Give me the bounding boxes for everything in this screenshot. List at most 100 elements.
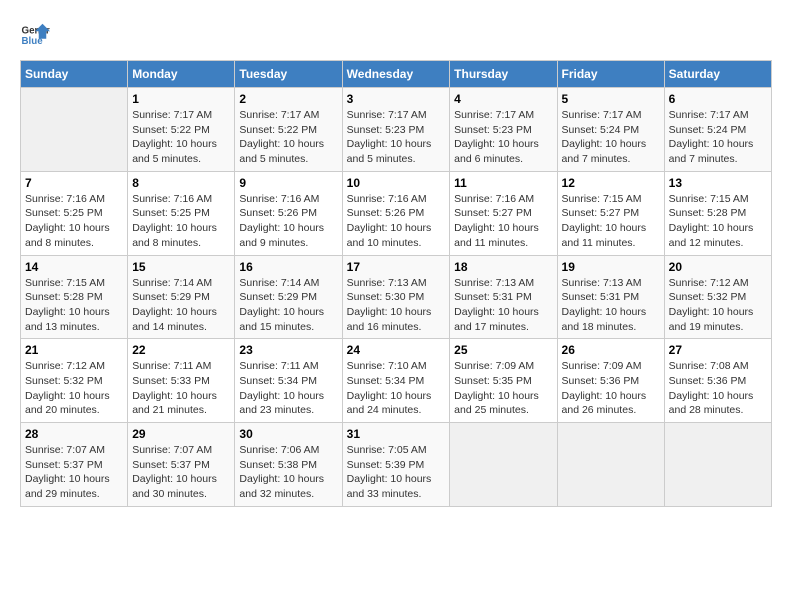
day-number: 1: [132, 92, 230, 106]
day-cell: 6 Sunrise: 7:17 AMSunset: 5:24 PMDaylight…: [664, 88, 771, 172]
day-cell: [664, 423, 771, 507]
logo-icon: General Blue: [20, 20, 50, 50]
day-info: Sunrise: 7:07 AMSunset: 5:37 PMDaylight:…: [25, 443, 123, 502]
day-cell: 8 Sunrise: 7:16 AMSunset: 5:25 PMDaylight…: [128, 171, 235, 255]
day-number: 7: [25, 176, 123, 190]
day-info: Sunrise: 7:07 AMSunset: 5:37 PMDaylight:…: [132, 443, 230, 502]
week-row-5: 28 Sunrise: 7:07 AMSunset: 5:37 PMDayligh…: [21, 423, 772, 507]
day-cell: 17Sunrise: 7:13 AMSunset: 5:30 PMDayligh…: [342, 255, 450, 339]
day-number: 11: [454, 176, 552, 190]
day-info: Sunrise: 7:14 AMSunset: 5:29 PMDaylight:…: [132, 276, 230, 335]
day-number: 31: [347, 427, 446, 441]
calendar-header: SundayMondayTuesdayWednesdayThursdayFrid…: [21, 61, 772, 88]
day-cell: 5 Sunrise: 7:17 AMSunset: 5:24 PMDaylight…: [557, 88, 664, 172]
day-info: Sunrise: 7:17 AMSunset: 5:22 PMDaylight:…: [239, 108, 337, 167]
day-number: 25: [454, 343, 552, 357]
day-cell: 26 Sunrise: 7:09 AMSunset: 5:36 PMDayligh…: [557, 339, 664, 423]
day-cell: 30Sunrise: 7:06 AMSunset: 5:38 PMDayligh…: [235, 423, 342, 507]
day-number: 3: [347, 92, 446, 106]
week-row-3: 14 Sunrise: 7:15 AMSunset: 5:28 PMDayligh…: [21, 255, 772, 339]
day-info: Sunrise: 7:17 AMSunset: 5:23 PMDaylight:…: [454, 108, 552, 167]
day-cell: 21 Sunrise: 7:12 AMSunset: 5:32 PMDayligh…: [21, 339, 128, 423]
day-cell: 25 Sunrise: 7:09 AMSunset: 5:35 PMDayligh…: [450, 339, 557, 423]
day-number: 14: [25, 260, 123, 274]
day-number: 30: [239, 427, 337, 441]
header-cell-wednesday: Wednesday: [342, 61, 450, 88]
day-cell: 14 Sunrise: 7:15 AMSunset: 5:28 PMDayligh…: [21, 255, 128, 339]
day-info: Sunrise: 7:17 AMSunset: 5:24 PMDaylight:…: [669, 108, 767, 167]
day-info: Sunrise: 7:17 AMSunset: 5:22 PMDaylight:…: [132, 108, 230, 167]
day-number: 18: [454, 260, 552, 274]
day-number: 26: [562, 343, 660, 357]
day-info: Sunrise: 7:13 AMSunset: 5:31 PMDaylight:…: [562, 276, 660, 335]
day-number: 19: [562, 260, 660, 274]
day-info: Sunrise: 7:16 AMSunset: 5:26 PMDaylight:…: [347, 192, 446, 251]
day-number: 5: [562, 92, 660, 106]
day-info: Sunrise: 7:11 AMSunset: 5:33 PMDaylight:…: [132, 359, 230, 418]
day-info: Sunrise: 7:14 AMSunset: 5:29 PMDaylight:…: [239, 276, 337, 335]
day-cell: 22 Sunrise: 7:11 AMSunset: 5:33 PMDayligh…: [128, 339, 235, 423]
day-number: 13: [669, 176, 767, 190]
day-number: 2: [239, 92, 337, 106]
day-number: 29: [132, 427, 230, 441]
header-cell-thursday: Thursday: [450, 61, 557, 88]
day-number: 28: [25, 427, 123, 441]
header-row: SundayMondayTuesdayWednesdayThursdayFrid…: [21, 61, 772, 88]
day-info: Sunrise: 7:10 AMSunset: 5:34 PMDaylight:…: [347, 359, 446, 418]
day-info: Sunrise: 7:15 AMSunset: 5:28 PMDaylight:…: [669, 192, 767, 251]
day-info: Sunrise: 7:16 AMSunset: 5:25 PMDaylight:…: [132, 192, 230, 251]
day-cell: 11Sunrise: 7:16 AMSunset: 5:27 PMDayligh…: [450, 171, 557, 255]
day-cell: 12 Sunrise: 7:15 AMSunset: 5:27 PMDayligh…: [557, 171, 664, 255]
day-info: Sunrise: 7:15 AMSunset: 5:28 PMDaylight:…: [25, 276, 123, 335]
day-cell: 28 Sunrise: 7:07 AMSunset: 5:37 PMDayligh…: [21, 423, 128, 507]
day-info: Sunrise: 7:09 AMSunset: 5:36 PMDaylight:…: [562, 359, 660, 418]
day-info: Sunrise: 7:17 AMSunset: 5:24 PMDaylight:…: [562, 108, 660, 167]
day-info: Sunrise: 7:13 AMSunset: 5:31 PMDaylight:…: [454, 276, 552, 335]
day-cell: 24 Sunrise: 7:10 AMSunset: 5:34 PMDayligh…: [342, 339, 450, 423]
day-number: 15: [132, 260, 230, 274]
day-number: 20: [669, 260, 767, 274]
day-number: 12: [562, 176, 660, 190]
day-number: 16: [239, 260, 337, 274]
day-cell: 10Sunrise: 7:16 AMSunset: 5:26 PMDayligh…: [342, 171, 450, 255]
day-number: 6: [669, 92, 767, 106]
calendar-table: SundayMondayTuesdayWednesdayThursdayFrid…: [20, 60, 772, 507]
header-cell-tuesday: Tuesday: [235, 61, 342, 88]
day-number: 24: [347, 343, 446, 357]
day-info: Sunrise: 7:16 AMSunset: 5:25 PMDaylight:…: [25, 192, 123, 251]
day-number: 9: [239, 176, 337, 190]
day-info: Sunrise: 7:11 AMSunset: 5:34 PMDaylight:…: [239, 359, 337, 418]
day-number: 4: [454, 92, 552, 106]
day-info: Sunrise: 7:12 AMSunset: 5:32 PMDaylight:…: [25, 359, 123, 418]
day-cell: 23 Sunrise: 7:11 AMSunset: 5:34 PMDayligh…: [235, 339, 342, 423]
day-cell: 1 Sunrise: 7:17 AMSunset: 5:22 PMDaylight…: [128, 88, 235, 172]
day-cell: 7 Sunrise: 7:16 AMSunset: 5:25 PMDaylight…: [21, 171, 128, 255]
day-cell: 31 Sunrise: 7:05 AMSunset: 5:39 PMDayligh…: [342, 423, 450, 507]
day-info: Sunrise: 7:12 AMSunset: 5:32 PMDaylight:…: [669, 276, 767, 335]
header-cell-friday: Friday: [557, 61, 664, 88]
day-cell: 13 Sunrise: 7:15 AMSunset: 5:28 PMDayligh…: [664, 171, 771, 255]
logo: General Blue: [20, 20, 50, 50]
day-number: 23: [239, 343, 337, 357]
day-cell: 2 Sunrise: 7:17 AMSunset: 5:22 PMDaylight…: [235, 88, 342, 172]
day-cell: 3Sunrise: 7:17 AMSunset: 5:23 PMDaylight…: [342, 88, 450, 172]
day-number: 8: [132, 176, 230, 190]
day-info: Sunrise: 7:05 AMSunset: 5:39 PMDaylight:…: [347, 443, 446, 502]
day-cell: [450, 423, 557, 507]
day-number: 27: [669, 343, 767, 357]
header-cell-monday: Monday: [128, 61, 235, 88]
day-cell: [557, 423, 664, 507]
day-cell: 16 Sunrise: 7:14 AMSunset: 5:29 PMDayligh…: [235, 255, 342, 339]
week-row-4: 21 Sunrise: 7:12 AMSunset: 5:32 PMDayligh…: [21, 339, 772, 423]
day-number: 22: [132, 343, 230, 357]
day-info: Sunrise: 7:09 AMSunset: 5:35 PMDaylight:…: [454, 359, 552, 418]
day-cell: [21, 88, 128, 172]
week-row-2: 7 Sunrise: 7:16 AMSunset: 5:25 PMDaylight…: [21, 171, 772, 255]
day-cell: 9 Sunrise: 7:16 AMSunset: 5:26 PMDaylight…: [235, 171, 342, 255]
day-info: Sunrise: 7:15 AMSunset: 5:27 PMDaylight:…: [562, 192, 660, 251]
day-info: Sunrise: 7:16 AMSunset: 5:26 PMDaylight:…: [239, 192, 337, 251]
day-number: 17: [347, 260, 446, 274]
day-cell: 4 Sunrise: 7:17 AMSunset: 5:23 PMDaylight…: [450, 88, 557, 172]
day-cell: 29 Sunrise: 7:07 AMSunset: 5:37 PMDayligh…: [128, 423, 235, 507]
day-number: 21: [25, 343, 123, 357]
